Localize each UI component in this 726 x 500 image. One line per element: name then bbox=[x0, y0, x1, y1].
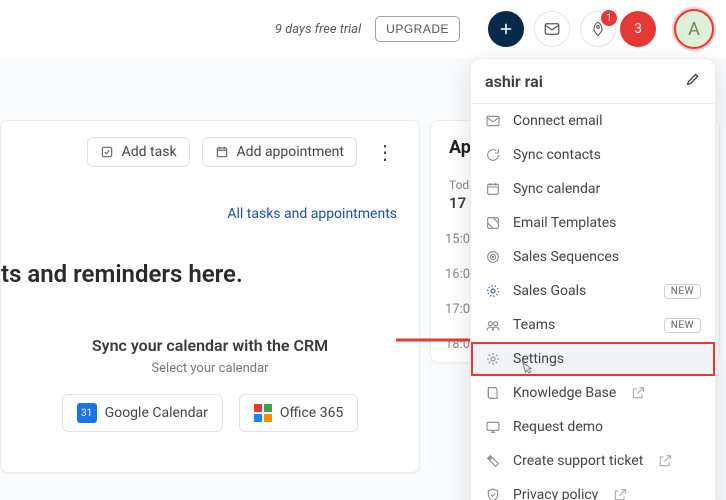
inbox-button[interactable] bbox=[534, 11, 570, 47]
menu-item-teams[interactable]: Teams NEW bbox=[471, 308, 715, 342]
plus-icon bbox=[497, 20, 515, 38]
google-calendar-button[interactable]: 31 Google Calendar bbox=[62, 394, 223, 432]
envelope-icon bbox=[543, 20, 561, 38]
add-appointment-button[interactable]: Add appointment bbox=[202, 137, 357, 167]
avatar-button[interactable]: A bbox=[674, 9, 714, 49]
whats-new-button[interactable]: 1 bbox=[580, 11, 616, 47]
new-badge: NEW bbox=[664, 284, 701, 299]
menu-item-label: Sync contacts bbox=[513, 147, 601, 163]
menu-item-label: Knowledge Base bbox=[513, 385, 616, 401]
menu-item-label: Request demo bbox=[513, 419, 603, 435]
team-icon bbox=[485, 317, 501, 333]
menu-item-sales-goals[interactable]: Sales Goals NEW bbox=[471, 274, 715, 308]
refresh-icon bbox=[485, 147, 501, 163]
new-badge: NEW bbox=[664, 318, 701, 333]
notifications-button[interactable]: 3 bbox=[620, 11, 656, 47]
upgrade-button[interactable]: UPGRADE bbox=[375, 16, 460, 42]
tasks-more-button[interactable]: ⋮ bbox=[369, 140, 401, 164]
office365-label: Office 365 bbox=[280, 405, 343, 421]
menu-item-settings[interactable]: Settings bbox=[471, 342, 715, 376]
menu-item-privacy[interactable]: Privacy policy bbox=[471, 478, 715, 500]
empty-state-heading: ts and reminders here. bbox=[1, 232, 419, 296]
menu-item-label: Privacy policy bbox=[513, 487, 598, 500]
ticket-icon bbox=[485, 453, 501, 469]
menu-item-connect-email[interactable]: Connect email bbox=[471, 104, 715, 138]
add-appointment-label: Add appointment bbox=[237, 144, 344, 160]
menu-item-label: Sales Goals bbox=[513, 283, 586, 299]
menu-item-label: Create support ticket bbox=[513, 453, 643, 469]
sync-calendar-subtitle: Select your calendar bbox=[1, 361, 419, 376]
sync-calendar-title: Sync your calendar with the CRM bbox=[1, 336, 419, 355]
edit-profile-button[interactable] bbox=[685, 71, 701, 91]
menu-item-label: Sync calendar bbox=[513, 181, 600, 197]
user-menu-header: ashir rai bbox=[471, 59, 715, 104]
pencil-icon bbox=[685, 71, 701, 87]
menu-item-label: Sales Sequences bbox=[513, 249, 619, 265]
add-task-label: Add task bbox=[122, 144, 177, 160]
add-task-button[interactable]: Add task bbox=[87, 137, 190, 167]
top-bar: 9 days free trial UPGRADE 1 3 A bbox=[0, 0, 726, 58]
task-icon bbox=[100, 145, 114, 159]
goal-icon bbox=[485, 283, 501, 299]
tasks-panel: Add task Add appointment ⋮ All tasks and… bbox=[0, 120, 420, 473]
add-button[interactable] bbox=[488, 11, 524, 47]
external-link-icon bbox=[612, 487, 628, 500]
menu-item-label: Connect email bbox=[513, 113, 603, 129]
calendar-provider-row: 31 Google Calendar Office 365 bbox=[1, 394, 419, 432]
menu-item-email-templates[interactable]: Email Templates bbox=[471, 206, 715, 240]
all-tasks-link[interactable]: All tasks and appointments bbox=[227, 206, 397, 222]
menu-item-sync-contacts[interactable]: Sync contacts bbox=[471, 138, 715, 172]
menu-item-support-ticket[interactable]: Create support ticket bbox=[471, 444, 715, 478]
tasks-panel-header: Add task Add appointment ⋮ bbox=[1, 121, 419, 177]
shield-icon bbox=[485, 487, 501, 500]
all-tasks-link-row: All tasks and appointments bbox=[1, 177, 419, 232]
whats-new-badge: 1 bbox=[599, 8, 619, 28]
calendar-icon bbox=[485, 181, 501, 197]
external-link-icon bbox=[630, 385, 646, 401]
calendar-icon bbox=[215, 145, 229, 159]
target-icon bbox=[485, 249, 501, 265]
gear-icon bbox=[485, 351, 501, 367]
google-calendar-label: Google Calendar bbox=[105, 405, 208, 421]
user-menu-dropdown: ashir rai Connect email Sync contacts Sync… bbox=[470, 58, 716, 500]
book-icon bbox=[485, 385, 501, 401]
screen-icon bbox=[485, 419, 501, 435]
menu-item-sync-calendar[interactable]: Sync calendar bbox=[471, 172, 715, 206]
external-link-icon bbox=[657, 453, 673, 469]
office365-icon bbox=[254, 404, 272, 422]
user-name: ashir rai bbox=[485, 72, 543, 91]
menu-item-request-demo[interactable]: Request demo bbox=[471, 410, 715, 444]
menu-item-knowledge-base[interactable]: Knowledge Base bbox=[471, 376, 715, 410]
menu-item-sales-sequences[interactable]: Sales Sequences bbox=[471, 240, 715, 274]
template-icon bbox=[485, 215, 501, 231]
google-calendar-icon: 31 bbox=[77, 403, 97, 423]
office365-button[interactable]: Office 365 bbox=[239, 394, 358, 432]
menu-item-label: Email Templates bbox=[513, 215, 616, 231]
menu-item-label: Teams bbox=[513, 317, 555, 333]
mail-icon bbox=[485, 113, 501, 129]
trial-text: 9 days free trial bbox=[275, 22, 361, 37]
